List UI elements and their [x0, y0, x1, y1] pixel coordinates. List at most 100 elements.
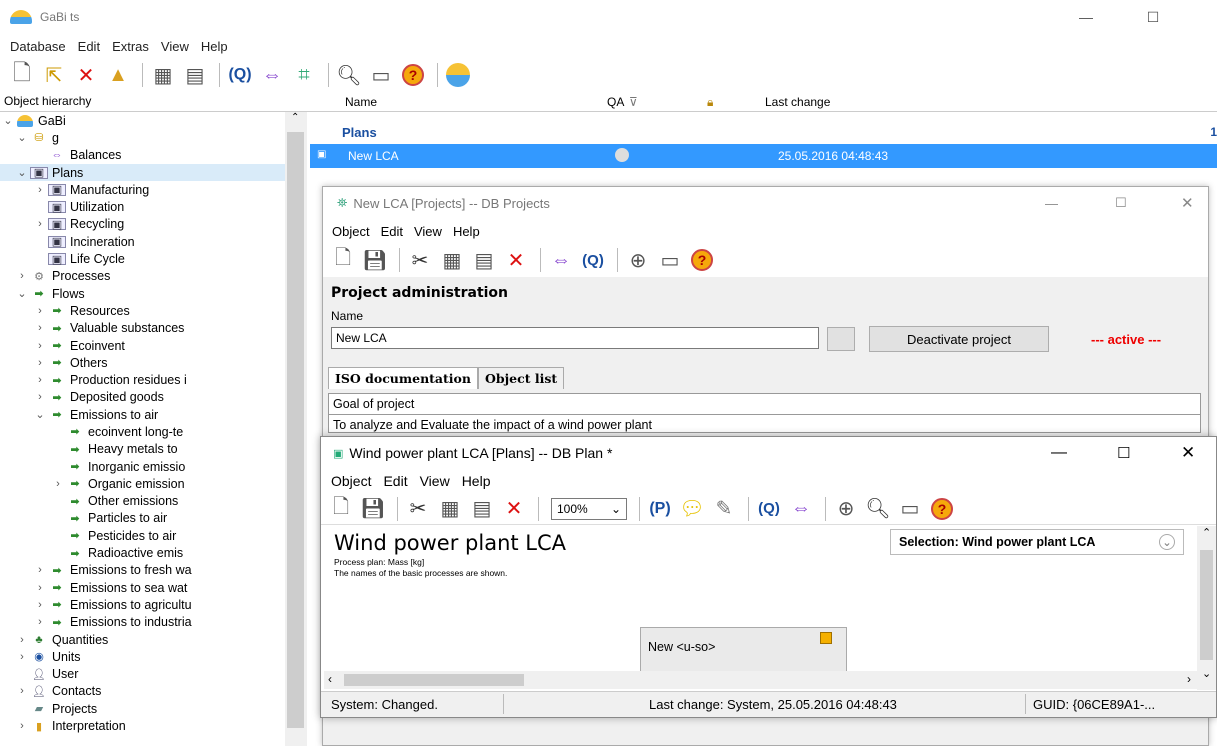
chevron-down-icon[interactable]: ⌄ — [2, 114, 14, 127]
tree-item[interactable]: › ▣ Recycling — [0, 216, 285, 233]
scroll-up-icon[interactable]: ⌃ — [1202, 526, 1211, 539]
window-icon[interactable]: ▭ — [656, 247, 684, 273]
selection-dropdown[interactable]: Selection: Wind power plant LCA ⌄ — [890, 529, 1184, 555]
plan-canvas[interactable]: Wind power plant LCA Process plan: Mass … — [324, 526, 1197, 690]
minimize-button[interactable]: — — [1063, 0, 1109, 34]
zoom-icon[interactable]: ⊕ — [832, 496, 860, 522]
cut-icon[interactable]: ✂ — [406, 247, 434, 273]
tree-item[interactable]: ⌄ ▣ Plans — [0, 163, 285, 182]
flow-arrows-icon[interactable]: ⇔ — [547, 247, 575, 273]
window-icon[interactable]: ▭ — [367, 62, 395, 88]
process-box[interactable]: New <u-so> — [640, 627, 847, 672]
chart-icon[interactable]: ⌗ — [290, 62, 318, 88]
chevron-right-icon[interactable]: › — [34, 340, 46, 352]
quantity-icon[interactable]: (Q) — [755, 496, 783, 522]
scroll-down-icon[interactable]: ⌄ — [1202, 667, 1211, 680]
object-hierarchy-tree[interactable]: ⌄ GaBi ⌄ ⛁ g ⇔ Balances ⌄ ▣ Plans › ▣ Manufacturing ▣… — [0, 112, 285, 746]
plan-vertical-scrollbar[interactable]: ⌃ ⌄ — [1197, 526, 1216, 690]
tree-item[interactable]: › ➡ Ecoinvent — [0, 337, 285, 354]
vscroll-thumb[interactable] — [1200, 550, 1213, 660]
menu-edit[interactable]: Edit — [383, 473, 407, 489]
tree-item[interactable]: › ➡ Emissions to fresh wa — [0, 562, 285, 579]
close-button[interactable]: ✕ — [1181, 443, 1195, 463]
tree-item[interactable]: ⌄ ⛁ g — [0, 129, 285, 146]
flow-arrows-icon[interactable]: ⇔ — [787, 496, 815, 522]
paste-icon[interactable]: ▤ — [181, 62, 209, 88]
maximize-button[interactable]: ☐ — [1117, 444, 1130, 462]
quantity-icon[interactable]: (Q) — [226, 62, 254, 88]
tree-item[interactable]: › ◉ Units — [0, 648, 285, 665]
menu-object[interactable]: Object — [332, 224, 370, 239]
chevron-right-icon[interactable]: › — [34, 184, 46, 196]
chevron-right-icon[interactable]: › — [52, 478, 64, 490]
quantity-icon[interactable]: (Q) — [579, 247, 607, 273]
tree-item[interactable]: ⌄ ➡ Emissions to air — [0, 406, 285, 423]
menu-database[interactable]: Database — [10, 39, 66, 54]
tree-item[interactable]: ▣ Incineration — [0, 233, 285, 250]
paste-icon[interactable]: ▤ — [468, 496, 496, 522]
chevron-right-icon[interactable]: › — [34, 322, 46, 334]
import-icon[interactable]: ⇱ — [40, 62, 68, 88]
chevron-down-icon[interactable]: ⌄ — [16, 131, 28, 144]
copy-icon[interactable]: ▦ — [149, 62, 177, 88]
comment-icon[interactable]: 💬︎ — [678, 496, 706, 522]
tree-item[interactable]: › ⚙ Processes — [0, 268, 285, 285]
tree-item[interactable]: ➡ Particles to air — [0, 510, 285, 527]
tree-item[interactable]: ⌄ GaBi — [0, 112, 285, 129]
open-folder-icon[interactable]: ▲ — [104, 62, 132, 88]
chevron-right-icon[interactable]: › — [34, 391, 46, 403]
chevron-right-icon[interactable]: › — [34, 218, 46, 230]
save-icon[interactable]: 💾︎ — [359, 496, 387, 522]
chevron-right-icon[interactable]: › — [16, 720, 28, 732]
save-icon[interactable]: 💾︎ — [361, 247, 389, 273]
tree-item[interactable]: › ➡ Emissions to industria — [0, 614, 285, 631]
chevron-down-icon[interactable]: ⌄ — [34, 408, 46, 421]
chevron-right-icon[interactable]: › — [34, 599, 46, 611]
tree-item[interactable]: › ♣ Quantities — [0, 631, 285, 648]
col-last-change[interactable]: Last change — [765, 95, 830, 109]
copy-icon[interactable]: ▦ — [436, 496, 464, 522]
tree-item[interactable]: ▣ Life Cycle — [0, 250, 285, 267]
edit-icon[interactable]: ✎ — [710, 496, 738, 522]
tree-item[interactable]: ➡ Inorganic emissio — [0, 458, 285, 475]
parameter-icon[interactable]: (P) — [646, 496, 674, 522]
close-button[interactable]: ✕ — [1181, 194, 1194, 212]
chevron-right-icon[interactable]: › — [34, 305, 46, 317]
goal-text[interactable]: To analyze and Evaluate the impact of a … — [333, 418, 652, 432]
chevron-right-icon[interactable]: › — [16, 634, 28, 646]
tree-item[interactable]: › ➡ Organic emission — [0, 475, 285, 492]
menu-extras[interactable]: Extras — [112, 39, 149, 54]
help-icon[interactable]: ? — [688, 247, 716, 273]
tree-item[interactable]: ➡ ecoinvent long-te — [0, 423, 285, 440]
minimize-button[interactable]: — — [1051, 444, 1067, 462]
tree-item[interactable]: 👤︎ User — [0, 666, 285, 683]
tab-iso-documentation[interactable]: ISO documentation — [328, 367, 478, 389]
hscroll-thumb[interactable] — [344, 674, 524, 686]
tree-item[interactable]: › ▮ Interpretation — [0, 717, 285, 734]
tree-item[interactable]: ⇔ Balances — [0, 147, 285, 164]
new-icon[interactable]: 🗋 — [327, 496, 355, 522]
window-icon[interactable]: ▭ — [896, 496, 924, 522]
scroll-left-icon[interactable]: ‹ — [328, 672, 332, 686]
tree-item[interactable]: ➡ Other emissions — [0, 493, 285, 510]
tree-item[interactable]: › 👤︎ Contacts — [0, 683, 285, 700]
plan-horizontal-scrollbar[interactable]: ‹ › — [324, 671, 1197, 689]
help-icon[interactable]: ? — [399, 62, 427, 88]
menu-view[interactable]: View — [161, 39, 189, 54]
search-icon[interactable]: 🔍︎ — [864, 496, 892, 522]
help-icon[interactable]: ? — [928, 496, 956, 522]
tree-item[interactable]: ➡ Radioactive emis — [0, 544, 285, 561]
tree-item[interactable]: › ➡ Production residues i — [0, 371, 285, 388]
tree-item[interactable]: › ▣ Manufacturing — [0, 181, 285, 198]
chevron-right-icon[interactable]: › — [34, 616, 46, 628]
flow-arrows-icon[interactable]: ⇔ — [258, 62, 286, 88]
chevron-right-icon[interactable]: › — [34, 564, 46, 576]
chevron-down-icon[interactable]: ⌄ — [16, 166, 28, 179]
tree-item[interactable]: ➡ Heavy metals to — [0, 441, 285, 458]
maximize-button[interactable]: ☐ — [1130, 0, 1176, 34]
minimize-button[interactable]: — — [1045, 196, 1058, 211]
menu-object[interactable]: Object — [331, 473, 371, 489]
chevron-right-icon[interactable]: › — [16, 685, 28, 697]
tree-scrollbar[interactable]: ⌃ — [285, 112, 307, 746]
menu-view[interactable]: View — [414, 224, 442, 239]
